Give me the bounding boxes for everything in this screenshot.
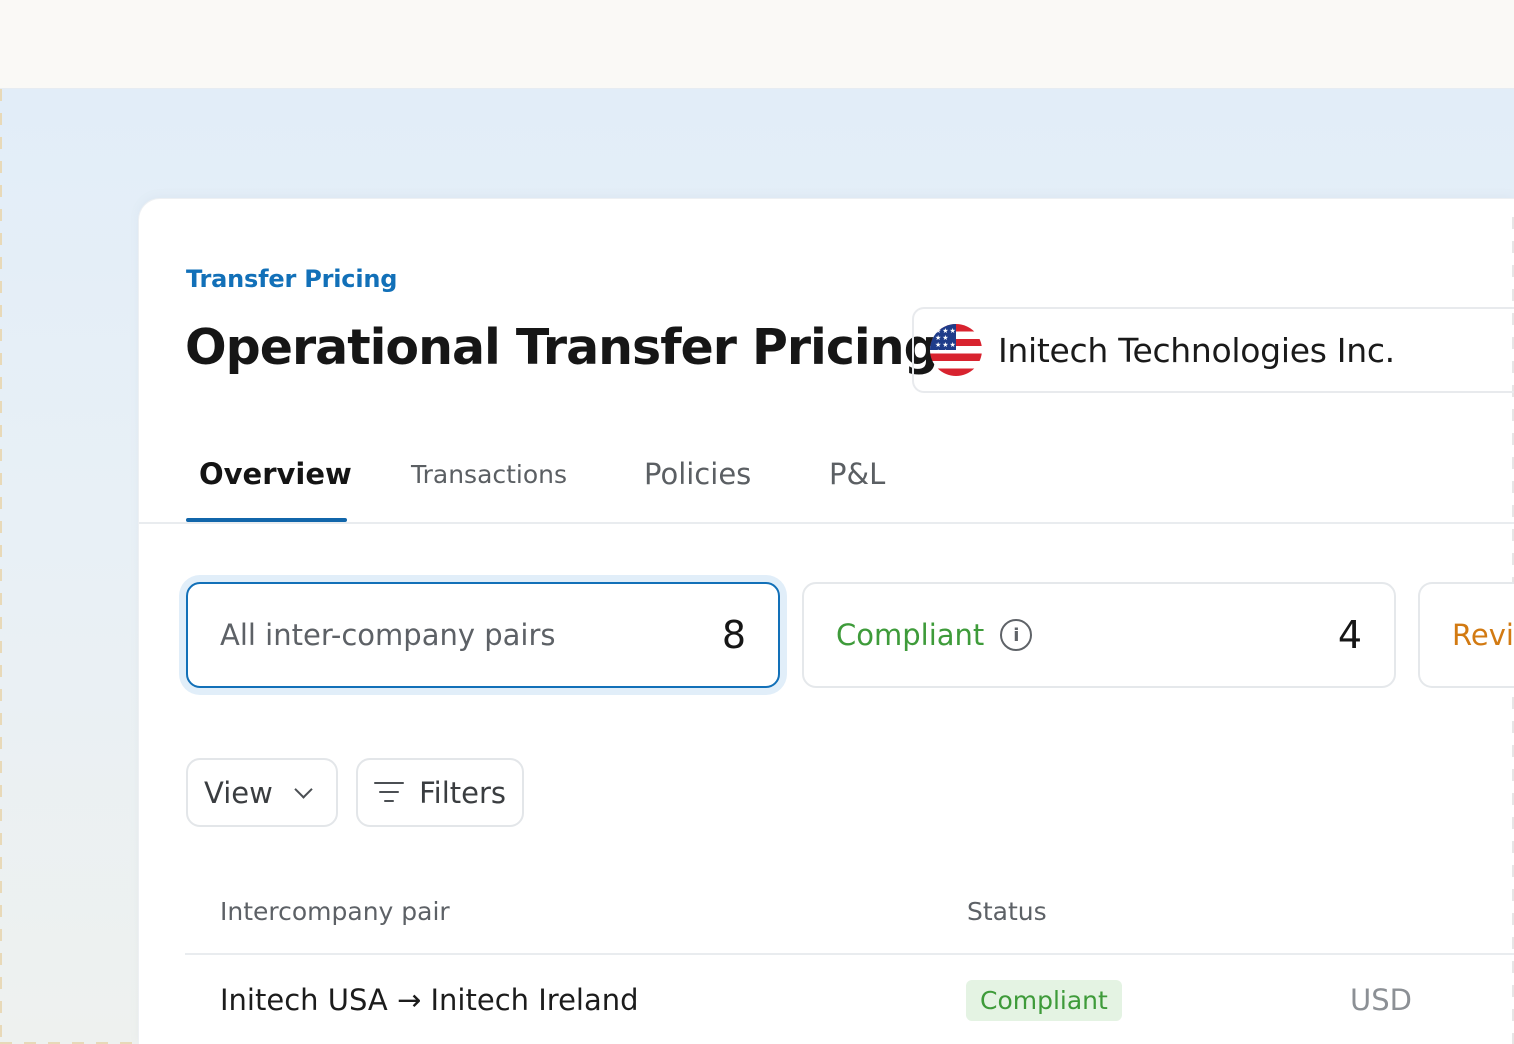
page: Transfer Pricing Operational Transfer Pr… (0, 0, 1514, 1044)
entity-name: Initech Technologies Inc. (998, 330, 1395, 370)
column-header-pair[interactable]: Intercompany pair (220, 897, 450, 926)
stat-card-all-pairs[interactable]: All inter-company pairs 8 (186, 582, 780, 688)
tab-policies[interactable]: Policies (644, 457, 751, 491)
tab-transactions[interactable]: Transactions (411, 460, 567, 489)
stat-card-review[interactable]: Revi (1418, 582, 1514, 688)
view-dropdown[interactable]: View (186, 758, 338, 827)
tab-pnl[interactable]: P&L (829, 457, 885, 491)
stat-label: Compliant (836, 618, 985, 652)
page-title: Operational Transfer Pricing (185, 319, 939, 376)
filters-label: Filters (419, 775, 506, 810)
column-header-status[interactable]: Status (967, 897, 1047, 926)
chevron-down-icon (294, 779, 313, 799)
stat-label: Revi (1452, 618, 1514, 652)
main-card: Transfer Pricing Operational Transfer Pr… (138, 198, 1514, 1044)
breadcrumb[interactable]: Transfer Pricing (186, 265, 397, 293)
status-badge: Compliant (966, 980, 1122, 1021)
tab-bar: Overview Transactions Policies P&L (139, 439, 1514, 524)
stat-label: All inter-company pairs (220, 618, 556, 652)
info-icon[interactable]: i (1000, 619, 1033, 651)
active-tab-indicator (186, 518, 347, 522)
entity-selector[interactable]: ★★★ ★★ ★★★ ★★ Initech Technologies Inc. (912, 307, 1514, 393)
us-flag-icon: ★★★ ★★ ★★★ ★★ (930, 324, 982, 376)
tab-overview[interactable]: Overview (199, 457, 352, 491)
cell-currency: USD (1350, 983, 1412, 1017)
filters-button[interactable]: Filters (356, 758, 524, 827)
stat-count: 4 (1337, 613, 1362, 657)
table-divider (185, 953, 1514, 955)
stat-count: 8 (721, 613, 746, 657)
filter-icon (374, 781, 404, 804)
cell-pair: Initech USA → Initech Ireland (220, 983, 639, 1017)
stat-card-compliant[interactable]: Compliant i 4 (802, 582, 1396, 688)
view-label: View (204, 775, 273, 810)
